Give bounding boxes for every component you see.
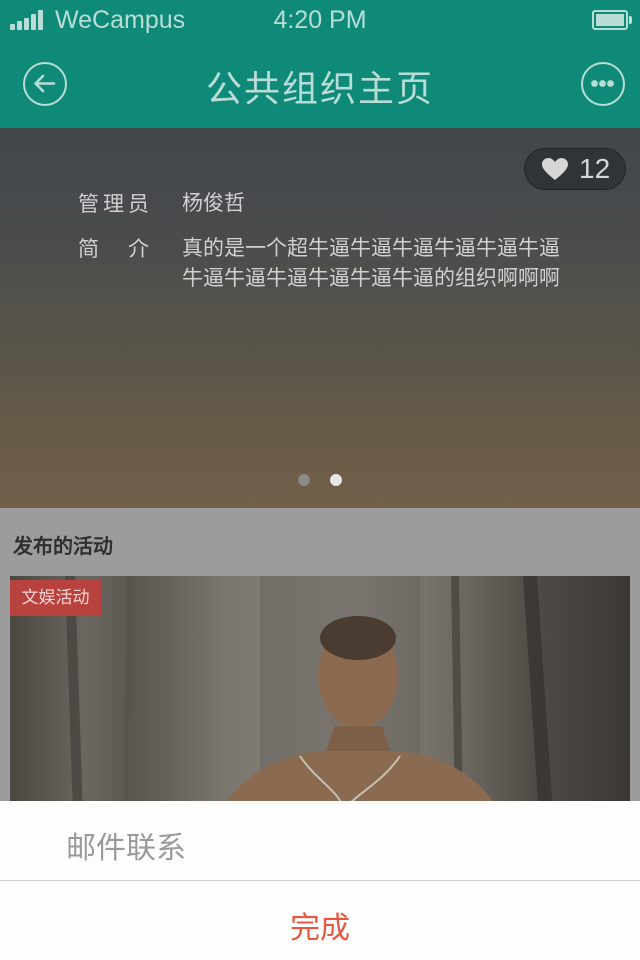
top-bar: WeCampus 4:20 PM 公共组织主页 (0, 0, 640, 128)
intro-label: 简 介 (78, 237, 153, 261)
page-indicator (0, 474, 640, 488)
email-contact-label: 邮件联系 (66, 831, 186, 866)
action-sheet: 邮件联系 完成 (0, 801, 640, 960)
like-button[interactable]: 12 (524, 148, 626, 190)
intro-value: 真的是一个超牛逼牛逼牛逼牛逼牛逼牛逼牛逼牛逼牛逼牛逼牛逼牛逼的组织啊啊啊 (182, 236, 560, 290)
battery-icon (592, 10, 632, 30)
page-dot[interactable] (298, 474, 310, 486)
page-dot-active[interactable] (330, 474, 342, 486)
more-dots-icon (591, 80, 614, 87)
activities-title: 发布的活动 (13, 534, 113, 558)
admin-label: 管理员 (78, 192, 153, 216)
status-bar: WeCampus 4:20 PM (0, 0, 640, 40)
admin-value: 杨俊哲 (182, 191, 245, 215)
status-time: 4:20 PM (273, 6, 367, 34)
like-count: 12 (579, 153, 611, 184)
screen: WeCampus 4:20 PM 公共组织主页 12 管理员 杨俊哲 简 介 真… (0, 0, 640, 960)
done-label: 完成 (290, 911, 350, 946)
organization-header: 12 管理员 杨俊哲 简 介 真的是一个超牛逼牛逼牛逼牛逼牛逼牛逼牛逼牛逼牛逼牛… (0, 128, 640, 508)
more-button[interactable] (581, 62, 625, 106)
done-button[interactable]: 完成 (0, 881, 640, 960)
email-contact-option[interactable]: 邮件联系 (0, 801, 640, 880)
activity-tag: 文娱活动 (10, 580, 101, 616)
heart-icon (542, 158, 568, 180)
page-title: 公共组织主页 (205, 69, 434, 110)
